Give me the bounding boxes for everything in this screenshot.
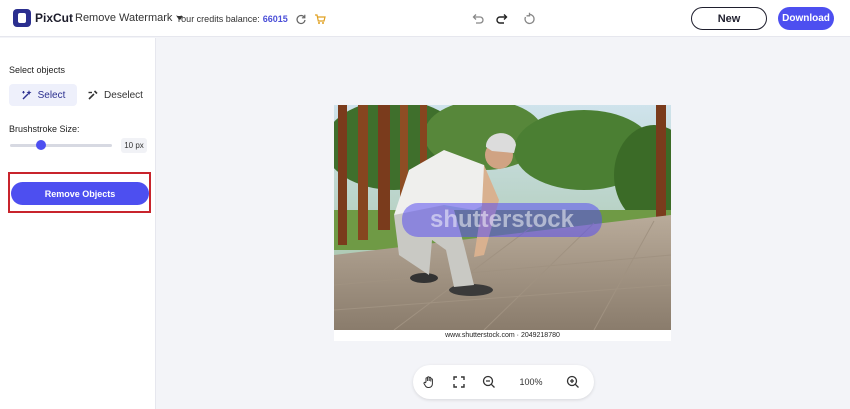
deselect-icon	[88, 90, 98, 100]
top-bar: PixCut Remove Watermark Your credits bal…	[0, 0, 850, 37]
select-mode-label: Select	[37, 89, 66, 101]
photo-preview: shutterstock	[334, 105, 671, 330]
brush-size-slider-thumb[interactable]	[35, 140, 46, 150]
magic-select-icon	[21, 90, 32, 100]
redo-icon	[496, 14, 508, 24]
watermark-text: shutterstock	[430, 206, 575, 233]
zoom-in-icon	[566, 375, 579, 388]
image-canvas[interactable]: shutterstock www.shutterstock.com · 2049…	[334, 105, 671, 341]
brush-size-value[interactable]: 10 px	[121, 138, 147, 153]
remove-objects-button[interactable]: Remove Objects	[11, 182, 149, 205]
fit-screen-icon	[453, 376, 465, 388]
credits-value: 66015	[262, 14, 288, 24]
zoom-out-button[interactable]	[481, 374, 497, 390]
tool-sidebar: Select objects Select Deselect Brushstro…	[0, 38, 156, 409]
zoom-out-icon	[482, 375, 495, 388]
reset-icon	[524, 12, 535, 25]
refresh-icon[interactable]	[295, 13, 307, 25]
zoom-in-button[interactable]	[565, 374, 581, 390]
undo-button[interactable]	[468, 10, 486, 28]
pixcut-logo-icon[interactable]	[13, 9, 31, 27]
new-button[interactable]: New	[691, 7, 767, 30]
redo-button[interactable]	[494, 10, 512, 28]
stock-caption: www.shutterstock.com · 2049218780	[334, 330, 671, 341]
pan-button[interactable]	[421, 374, 437, 390]
brand-name[interactable]: PixCut	[35, 11, 73, 25]
reset-button[interactable]	[520, 10, 538, 28]
select-mode-button[interactable]: Select	[9, 84, 77, 106]
zoom-level[interactable]: 100%	[511, 377, 551, 387]
download-button[interactable]: Download	[778, 7, 834, 30]
hand-icon	[423, 376, 433, 388]
tool-menu-label: Remove Watermark	[75, 12, 173, 24]
deselect-mode-button[interactable]: Deselect	[82, 84, 148, 106]
history-controls	[468, 10, 538, 28]
cart-icon[interactable]	[314, 13, 326, 25]
fit-screen-button[interactable]	[451, 374, 467, 390]
credits-balance: Your credits balance: 66015	[176, 13, 326, 25]
zoom-toolbar: 100%	[413, 365, 594, 399]
deselect-mode-label: Deselect	[104, 89, 143, 101]
undo-icon	[472, 14, 484, 24]
brush-size-label: Brushstroke Size:	[9, 124, 80, 134]
tool-menu-dropdown[interactable]: Remove Watermark	[75, 12, 184, 24]
brush-size-slider[interactable]	[10, 144, 112, 147]
credits-label: Your credits balance:	[176, 14, 260, 24]
section-title: Select objects	[9, 65, 66, 75]
